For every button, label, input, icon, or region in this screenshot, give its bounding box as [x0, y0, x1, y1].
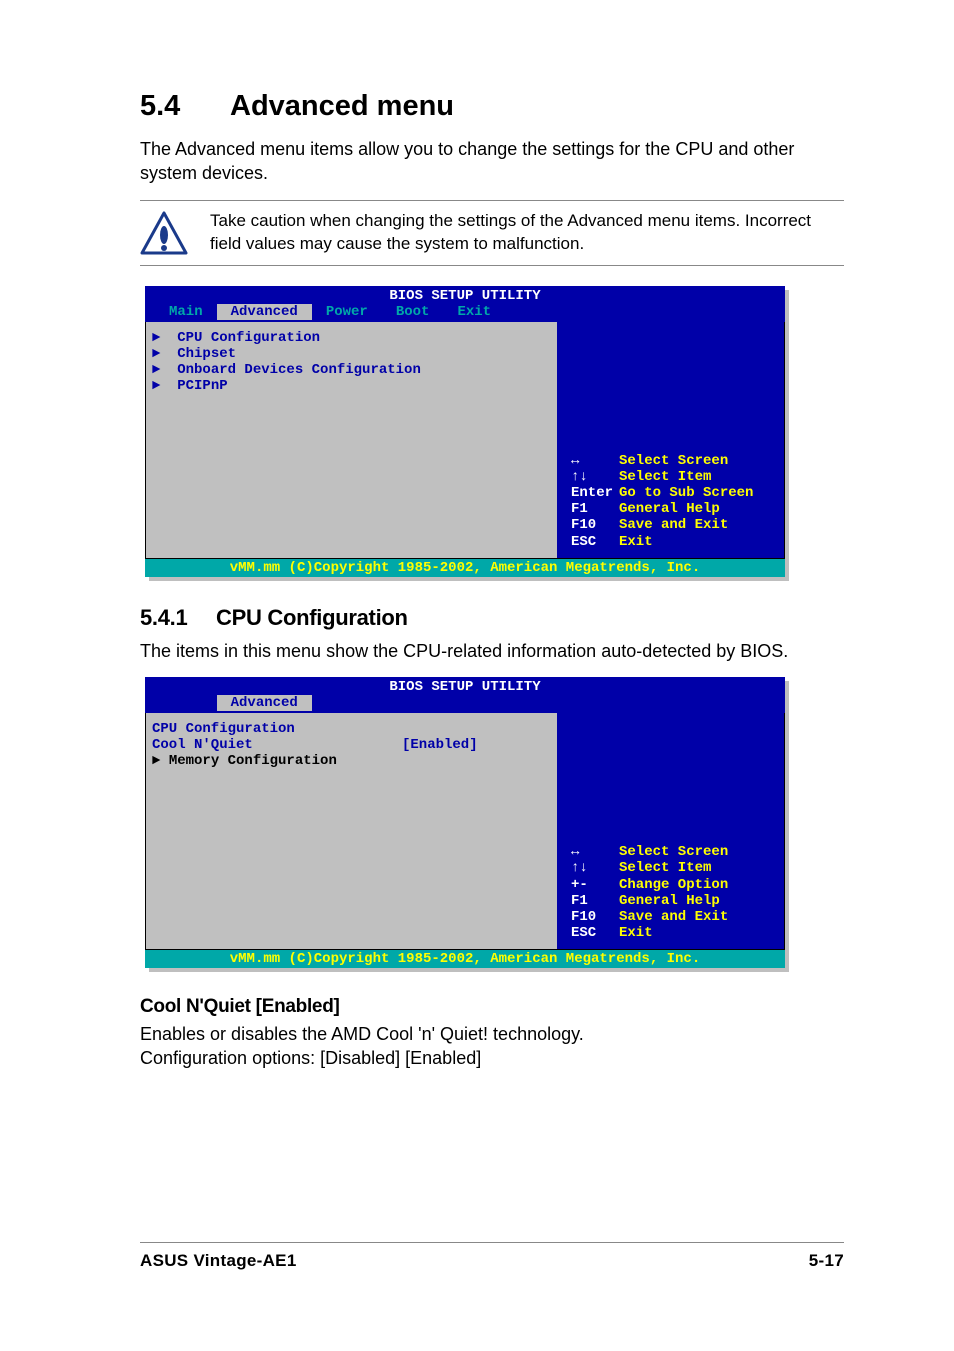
- help-desc: Save and Exit: [619, 909, 728, 925]
- help-desc: Exit: [619, 534, 653, 550]
- help-desc: Change Option: [619, 877, 728, 893]
- help-desc: Select Screen: [619, 453, 728, 469]
- bios-tab-exit: Exit: [443, 304, 505, 320]
- bios-menu-list: CPU Configuration Cool N'Quiet [Enabled]…: [146, 713, 559, 949]
- bios-help-pane: ↔Select Screen ↑↓Select Item +-Change Op…: [559, 713, 784, 949]
- bios-tab-boot: Boot: [382, 304, 444, 320]
- page-footer: ASUS Vintage-AE1 5-17: [140, 1242, 844, 1271]
- bios-screenshot-advanced: BIOS SETUP UTILITY Main Advanced Power B…: [145, 286, 785, 577]
- bios-title: BIOS SETUP UTILITY: [145, 677, 785, 695]
- help-desc: Select Item: [619, 469, 711, 485]
- help-key: +-: [571, 877, 619, 893]
- bios-header: CPU Configuration: [152, 721, 549, 737]
- help-desc: Save and Exit: [619, 517, 728, 533]
- section-number: 5.4: [140, 90, 230, 123]
- help-desc: Exit: [619, 925, 653, 941]
- help-desc: General Help: [619, 501, 720, 517]
- bios-item-label: Memory Configuration: [169, 753, 337, 769]
- bios-copyright: vMM.mm (C)Copyright 1985-2002, American …: [145, 559, 785, 577]
- bios-tab-advanced: Advanced: [217, 695, 312, 711]
- section-heading: 5.4Advanced menu: [140, 90, 844, 123]
- bios-item: PCIPnP: [177, 378, 227, 394]
- section-title-text: Advanced menu: [230, 90, 454, 122]
- help-key: F10: [571, 909, 619, 925]
- help-desc: Select Item: [619, 860, 711, 876]
- bios-tabs: Main Advanced: [145, 695, 785, 713]
- help-key: ESC: [571, 925, 619, 941]
- help-key: ↔: [571, 844, 619, 860]
- help-key: Enter: [571, 485, 619, 501]
- caution-text: Take caution when changing the settings …: [210, 210, 844, 256]
- help-key: F1: [571, 893, 619, 909]
- bios-item-label: Cool N'Quiet: [152, 737, 402, 753]
- bios-title: BIOS SETUP UTILITY: [145, 286, 785, 304]
- help-desc: General Help: [619, 893, 720, 909]
- subsec-title: CPU Configuration: [216, 605, 408, 630]
- bios-tab-power: Power: [312, 304, 382, 320]
- footer-page-number: 5-17: [809, 1251, 844, 1271]
- bios-item: CPU Configuration: [177, 330, 320, 346]
- bios-tab-main: Main: [155, 304, 217, 320]
- bios-help-pane: ↔Select Screen ↑↓Select Item EnterGo to …: [559, 322, 784, 558]
- setting-options: Configuration options: [Disabled] [Enabl…: [140, 1046, 844, 1070]
- help-key: ↔: [571, 453, 619, 469]
- help-key: F10: [571, 517, 619, 533]
- bios-menu-list: ► CPU Configuration ► Chipset ► Onboard …: [146, 322, 559, 558]
- help-key: ↑↓: [571, 860, 619, 876]
- help-desc: Select Screen: [619, 844, 728, 860]
- setting-desc: Enables or disables the AMD Cool 'n' Qui…: [140, 1022, 844, 1046]
- setting-heading: Cool N'Quiet [Enabled]: [140, 996, 844, 1018]
- subsec-paragraph: The items in this menu show the CPU-rela…: [140, 639, 844, 663]
- help-key: ↑↓: [571, 469, 619, 485]
- bios-item: Chipset: [177, 346, 236, 362]
- bios-item-value: [Enabled]: [402, 737, 478, 753]
- subsec-number: 5.4.1: [140, 605, 216, 631]
- subsection-heading: 5.4.1CPU Configuration: [140, 605, 844, 631]
- caution-icon: [140, 209, 188, 257]
- help-key: F1: [571, 501, 619, 517]
- bios-tab-advanced: Advanced: [217, 304, 312, 320]
- bios-tabs: Main Advanced Power Boot Exit: [145, 304, 785, 322]
- intro-paragraph: The Advanced menu items allow you to cha…: [140, 137, 844, 186]
- help-key: ESC: [571, 534, 619, 550]
- help-desc: Go to Sub Screen: [619, 485, 753, 501]
- bios-copyright: vMM.mm (C)Copyright 1985-2002, American …: [145, 950, 785, 968]
- footer-product: ASUS Vintage-AE1: [140, 1251, 297, 1271]
- bios-item: Onboard Devices Configuration: [177, 362, 421, 378]
- bios-screenshot-cpu-config: BIOS SETUP UTILITY Main Advanced CPU Con…: [145, 677, 785, 968]
- caution-note: Take caution when changing the settings …: [140, 200, 844, 266]
